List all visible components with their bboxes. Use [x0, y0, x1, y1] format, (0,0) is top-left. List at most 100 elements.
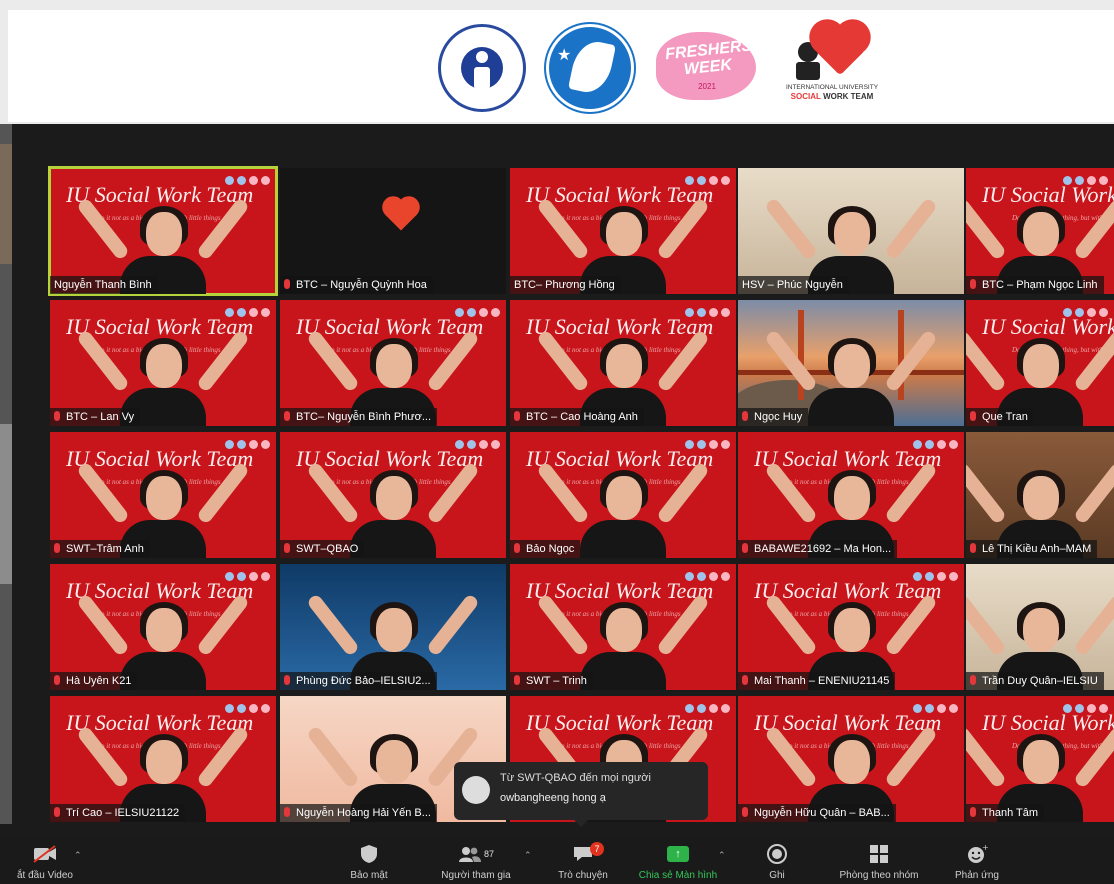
background-decor-icons: [682, 568, 730, 586]
participant-tile[interactable]: IU Social Work TeamDo it not as a big th…: [510, 300, 736, 426]
participants-icon: 87: [428, 842, 524, 866]
background-decor-icons: [682, 304, 730, 322]
participant-name-label: BTC – Cao Hoàng Anh: [510, 408, 644, 426]
participants-button[interactable]: 87 Người tham gia: [428, 842, 524, 881]
chat-button[interactable]: 7 Trò chuyện: [548, 842, 618, 881]
muted-mic-icon: [284, 411, 290, 421]
background-decor-icons: [682, 436, 730, 454]
participant-name-label: Nguyễn Hữu Quân – BAB...: [738, 804, 896, 822]
social-work-team-logo: INTERNATIONAL UNIVERSITY SOCIAL WORK TEA…: [776, 24, 888, 108]
participant-tile[interactable]: Lê Thị Kiều Anh–MAM: [966, 432, 1114, 558]
participant-name-label: Trí Cao – IELSIU21122: [50, 804, 186, 822]
participant-tile[interactable]: Phùng Đức Bảo–IELSIU2...: [280, 564, 506, 690]
start-video-button[interactable]: ắt đầu Video: [0, 842, 90, 881]
background-decor-icons: [222, 700, 270, 718]
participant-tile[interactable]: IU Social Work TeamDo it not as a big th…: [966, 300, 1114, 426]
muted-mic-icon: [742, 675, 748, 685]
participant-name-label: Trần Duy Quân–IELSIU: [966, 672, 1104, 690]
background-decor-icons: [682, 700, 730, 718]
participants-options-caret[interactable]: ⌃: [524, 850, 532, 861]
muted-mic-icon: [54, 675, 60, 685]
participant-video: [535, 461, 711, 558]
banner-logo-area: ★ FRESHERS WEEK 2021 INTERNATIONAL UNIVER…: [8, 10, 1114, 122]
participant-tile[interactable]: IU Social Work TeamDo it not as a big th…: [966, 696, 1114, 822]
share-screen-icon: ↑: [628, 842, 728, 866]
participant-name-label: SWT–Trâm Anh: [50, 540, 150, 558]
participant-tile[interactable]: IU Social Work TeamDo it not as a big th…: [50, 696, 276, 822]
side-thumbnail-strip: [0, 124, 12, 824]
video-options-caret[interactable]: ⌃: [74, 850, 82, 861]
share-screen-button[interactable]: ↑ Chia sẻ Màn hình: [628, 842, 728, 881]
participant-name-label: BTC– Phương Hồng: [510, 276, 621, 294]
participant-tile[interactable]: IU Social Work TeamDo it not as a big th…: [280, 432, 506, 558]
security-button[interactable]: Bảo mật: [334, 842, 404, 881]
participant-tile[interactable]: IU Social Work TeamDo it not as a big th…: [280, 300, 506, 426]
chat-unread-badge: 7: [590, 842, 604, 856]
shield-icon: [334, 842, 404, 866]
participant-name-label: Ngọc Huy: [738, 408, 809, 426]
chat-notification[interactable]: Từ SWT-QBAO đến mọi người owbangheeng ho…: [454, 762, 708, 827]
background-decor-icons: [1060, 172, 1108, 190]
participant-name-label: HSV – Phúc Nguyễn: [738, 276, 849, 294]
iu-logo: [438, 24, 526, 112]
background-decor-icons: [222, 436, 270, 454]
participant-tile[interactable]: IU Social Work TeamDo it not as a big th…: [510, 432, 736, 558]
background-decor-icons: [682, 172, 730, 190]
sender-avatar: [462, 776, 490, 804]
participant-name-label: SWT – Trinh: [510, 672, 593, 690]
muted-mic-icon: [970, 279, 976, 289]
muted-mic-icon: [514, 543, 520, 553]
heart-logo-icon: [385, 199, 417, 231]
participant-tile[interactable]: IU Social Work TeamDo it not as a big th…: [50, 300, 276, 426]
share-options-caret[interactable]: ⌃: [718, 850, 726, 861]
meeting-toolbar: ắt đầu Video ⌃ Bảo mật 87 Người tham gia…: [0, 836, 1114, 884]
reactions-button[interactable]: + Phản ứng: [944, 842, 1010, 881]
muted-mic-icon: [970, 411, 976, 421]
freshers-week-logo: FRESHERS WEEK 2021: [656, 24, 758, 104]
participant-tile[interactable]: HSV – Phúc Nguyễn: [738, 168, 964, 294]
participant-tile[interactable]: Trần Duy Quân–IELSIU: [966, 564, 1114, 690]
breakout-grid-icon: [826, 842, 932, 866]
participant-name-label: Nguyễn Thanh Bình: [50, 276, 158, 294]
muted-mic-icon: [54, 543, 60, 553]
background-decor-icons: [910, 700, 958, 718]
participant-name-label: Mai Thanh – ENENIU21145: [738, 672, 896, 690]
participant-tile[interactable]: IU Social Work TeamDo it not as a big th…: [48, 166, 278, 296]
participant-tile[interactable]: IU Social Work TeamDo it not as a big th…: [738, 696, 964, 822]
background-decor-icons: [222, 172, 270, 190]
participant-name-label: Thanh Tâm: [966, 804, 1045, 822]
participant-video: [763, 329, 939, 426]
participant-tile[interactable]: IU Social Work TeamDo it not as a big th…: [966, 168, 1114, 294]
muted-mic-icon: [742, 807, 748, 817]
record-icon: [752, 842, 802, 866]
background-decor-icons: [222, 568, 270, 586]
background-decor-icons: [1060, 304, 1108, 322]
participant-tile[interactable]: BTC – Nguyễn Quỳnh Hoa: [280, 168, 506, 294]
muted-mic-icon: [970, 807, 976, 817]
chat-message: owbangheeng hong ạ: [500, 792, 606, 804]
record-button[interactable]: Ghi: [752, 842, 802, 881]
participant-name-label: BTC – Lan Vy: [50, 408, 141, 426]
breakout-rooms-button[interactable]: Phòng theo nhóm: [826, 842, 932, 881]
participant-tile[interactable]: IU Social Work TeamDo it not as a big th…: [738, 564, 964, 690]
participant-name-label: Bảo Ngọc: [510, 540, 581, 558]
svg-text:+: +: [982, 844, 988, 852]
participant-name-label: SWT–QBAO: [280, 540, 365, 558]
participant-name-label: BTC – Nguyễn Quỳnh Hoa: [280, 276, 433, 294]
background-decor-icons: [222, 304, 270, 322]
participant-tile[interactable]: IU Social Work TeamDo it not as a big th…: [50, 432, 276, 558]
participant-tile[interactable]: IU Social Work TeamDo it not as a big th…: [510, 168, 736, 294]
participant-tile[interactable]: IU Social Work TeamDo it not as a big th…: [50, 564, 276, 690]
background-decor-icons: [910, 568, 958, 586]
participant-name-label: Phùng Đức Bảo–IELSIU2...: [280, 672, 437, 690]
participant-tile[interactable]: IU Social Work TeamDo it not as a big th…: [738, 432, 964, 558]
muted-mic-icon: [742, 411, 748, 421]
muted-mic-icon: [970, 675, 976, 685]
participant-name-label: Nguyễn Hoàng Hải Yến B...: [280, 804, 437, 822]
muted-mic-icon: [514, 675, 520, 685]
muted-mic-icon: [54, 411, 60, 421]
participant-tile[interactable]: IU Social Work TeamDo it not as a big th…: [510, 564, 736, 690]
participant-tile[interactable]: Ngọc Huy: [738, 300, 964, 426]
participant-name-label: BABAWE21692 – Ma Hon...: [738, 540, 898, 558]
background-decor-icons: [910, 436, 958, 454]
